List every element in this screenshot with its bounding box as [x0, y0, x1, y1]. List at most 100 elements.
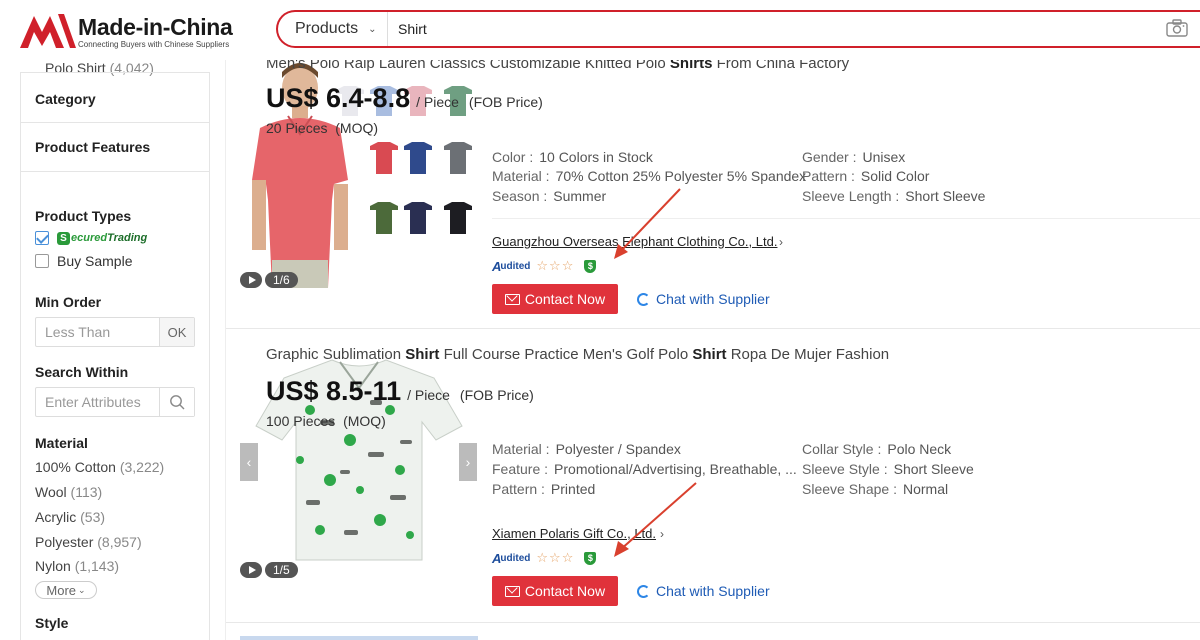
attribute-row: Season : Summer: [492, 188, 607, 204]
main-divider: [225, 58, 226, 640]
material-count: (53): [80, 509, 106, 525]
attribute-row: Color :10 Colors in Stock: [492, 149, 653, 165]
chat-with-supplier-link[interactable]: Chat with Supplier: [637, 583, 770, 599]
site-logo[interactable]: Made-in-China Connecting Buyers with Chi…: [20, 10, 235, 50]
play-video-icon[interactable]: [240, 272, 262, 288]
attribute-row: Sleeve Style : Short Sleeve: [802, 461, 974, 477]
min-order-ok-button[interactable]: OK: [159, 318, 194, 346]
logo-mark-icon: [20, 14, 76, 48]
attribute-row: Gender : Unisex: [802, 149, 906, 165]
buy-sample-label: Buy Sample: [57, 253, 133, 269]
search-within-button[interactable]: [159, 388, 194, 416]
search-input[interactable]: [398, 18, 1098, 40]
title-keyword: Shirt: [405, 346, 440, 363]
next-product-image-edge: [240, 636, 478, 640]
min-order-input[interactable]: [36, 318, 161, 346]
contact-now-button[interactable]: Contact Now: [492, 284, 618, 314]
price-unit: / Piece: [416, 94, 459, 110]
search-category-label: Products: [295, 20, 359, 37]
material-count: (1,143): [74, 558, 120, 574]
material-item-acrylic[interactable]: Acrylic (53): [35, 509, 105, 525]
material-count: (113): [70, 484, 103, 500]
material-item-polyester[interactable]: Polyester (8,957): [35, 534, 142, 550]
material-label: Polyester: [35, 534, 94, 550]
chat-label: Chat with Supplier: [656, 291, 770, 307]
title-keyword: Shirt: [692, 346, 727, 363]
material-count: (8,957): [97, 534, 142, 550]
chevron-down-icon: ⌄: [368, 23, 377, 35]
price-row: US$ 6.4-8.8 / Piece (FOB Price): [266, 83, 543, 114]
product-title[interactable]: Graphic Sublimation Shirt Full Course Pr…: [266, 346, 889, 363]
filter-item-count: (4,042): [109, 60, 154, 76]
chat-with-supplier-link[interactable]: Chat with Supplier: [637, 291, 770, 307]
image-counter[interactable]: 1/5: [240, 562, 298, 578]
card-divider: [226, 328, 1200, 329]
price-row: US$ 8.5-11 / Piece (FOB Price): [266, 376, 534, 407]
material-label: 100% Cotton: [35, 459, 116, 475]
fob-label: (FOB Price): [468, 94, 543, 110]
sidebar-divider: [20, 122, 210, 123]
filter-search-within-title: Search Within: [35, 364, 129, 380]
filter-product-types-title: Product Types: [35, 208, 132, 224]
filter-buy-sample[interactable]: Buy Sample: [35, 253, 132, 269]
image-counter[interactable]: 1/6: [240, 272, 298, 288]
moq-quantity: 20 Pieces: [266, 120, 328, 136]
audited-badge[interactable]: Audited: [492, 551, 530, 566]
secured-trading-logo: S ecured Trading: [57, 231, 147, 245]
filter-item-polo-shirt[interactable]: Polo Shirt (4,042): [45, 60, 154, 76]
play-video-icon[interactable]: [240, 562, 262, 578]
sidebar-divider: [20, 72, 210, 73]
mail-icon: [504, 293, 520, 305]
moq-quantity: 100 Pieces: [266, 413, 336, 429]
attribute-row: Pattern : Printed: [492, 481, 596, 497]
material-label: Acrylic: [35, 509, 77, 525]
material-label: Nylon: [35, 558, 71, 574]
image-count-label: 1/5: [265, 562, 298, 578]
title-text: Full Course Practice Men's Golf Polo: [439, 346, 693, 363]
logo-text: Made-in-China: [78, 14, 233, 40]
contact-now-button[interactable]: Contact Now: [492, 576, 618, 606]
title-text: Graphic Sublimation: [266, 346, 406, 363]
filter-secured-trading[interactable]: S ecured Trading: [35, 231, 147, 245]
filter-material-title: Material: [35, 435, 88, 451]
more-label: More: [46, 582, 77, 598]
contact-label: Contact Now: [524, 583, 606, 599]
image-next-button[interactable]: ›: [459, 443, 477, 481]
card-divider: [226, 622, 1200, 623]
fob-label: (FOB Price): [459, 387, 534, 403]
secured-shield-icon[interactable]: $: [584, 259, 597, 273]
title-text: Ropa De Mujer Fashion: [726, 346, 890, 363]
annotation-arrow-icon: [614, 188, 681, 259]
camera-icon[interactable]: [1166, 19, 1188, 37]
image-prev-button[interactable]: ‹: [240, 443, 258, 481]
chevron-right-icon: ›: [779, 235, 783, 249]
moq-row: 100 Pieces (MOQ): [266, 413, 386, 429]
material-item-wool[interactable]: Wool (113): [35, 484, 102, 500]
supplier-badges: Audited ☆☆☆ $: [492, 550, 597, 566]
search-category-select[interactable]: Products ⌄: [278, 12, 388, 46]
filter-category-title[interactable]: Category: [35, 91, 96, 107]
material-item-nylon[interactable]: Nylon (1,143): [35, 558, 119, 574]
sidebar-border: [209, 171, 210, 640]
price-unit: / Piece: [407, 387, 450, 403]
search-bar: Products ⌄: [276, 10, 1200, 48]
logo-tagline: Connecting Buyers with Chinese Suppliers: [78, 40, 230, 49]
image-count-label: 1/6: [265, 272, 298, 288]
secured-shield-icon[interactable]: $: [584, 551, 597, 565]
site-header: Made-in-China Connecting Buyers with Chi…: [0, 0, 1200, 60]
moq-label: (MOQ): [343, 413, 386, 429]
attribute-row: Sleeve Length : Short Sleeve: [802, 188, 986, 204]
checkbox-checked[interactable]: [35, 231, 49, 245]
contact-label: Contact Now: [524, 291, 606, 307]
moq-row: 20 Pieces (MOQ): [266, 120, 378, 136]
audited-badge[interactable]: Audited: [492, 259, 530, 274]
search-icon: [170, 395, 185, 410]
material-item-cotton[interactable]: 100% Cotton (3,222): [35, 459, 164, 475]
filter-features-title[interactable]: Product Features: [35, 139, 150, 155]
checkbox[interactable]: [35, 254, 49, 268]
material-label: Wool: [35, 484, 67, 500]
product-price: US$ 8.5-11: [266, 376, 402, 406]
search-within-input[interactable]: [36, 388, 161, 416]
material-more-button[interactable]: More ⌄: [35, 581, 97, 599]
search-within-field: [35, 387, 195, 417]
